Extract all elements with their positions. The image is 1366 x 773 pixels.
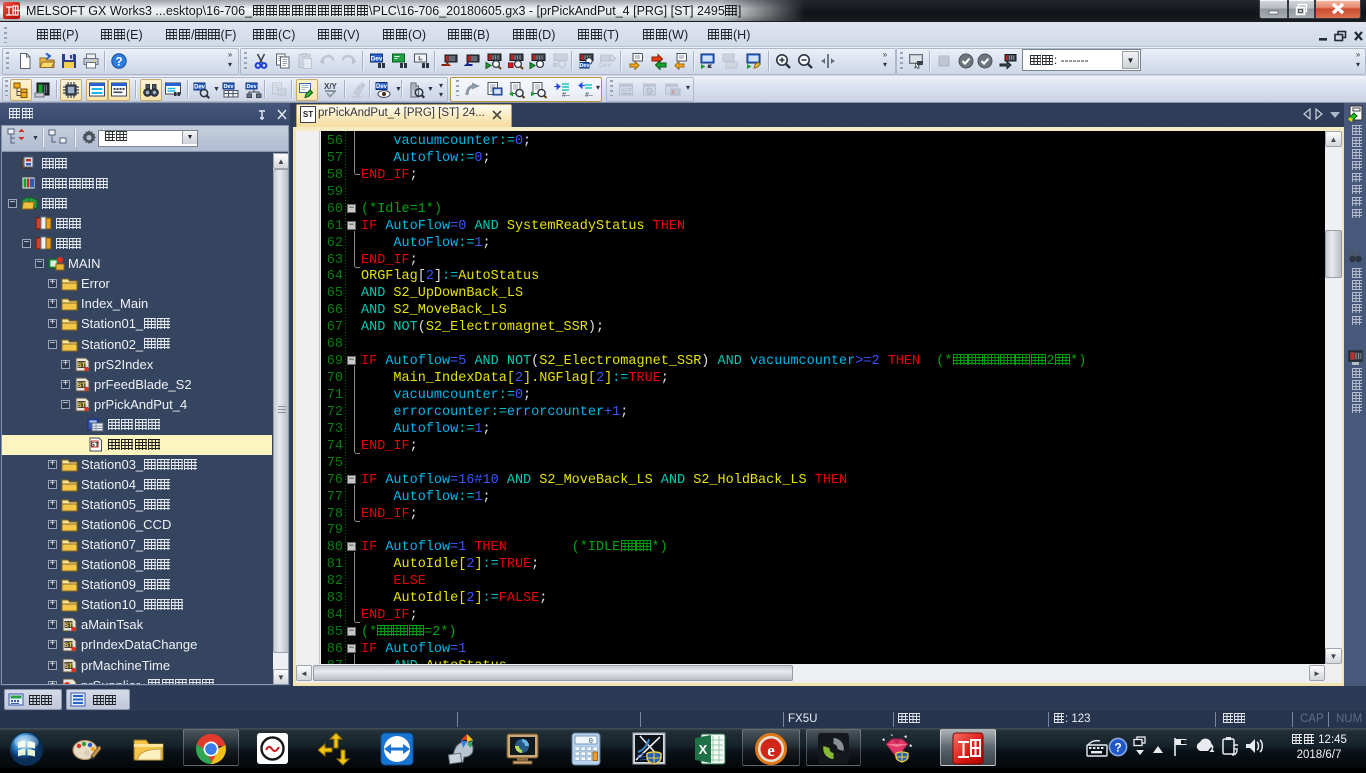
- svg-text:Dev: Dev: [371, 55, 383, 62]
- svg-text:#–: #–: [562, 92, 570, 99]
- svg-text:Dev: Dev: [599, 62, 611, 69]
- svg-text:ST: ST: [77, 362, 85, 369]
- svg-text:I₀: I₀: [418, 56, 423, 62]
- svg-text:e: e: [767, 741, 775, 760]
- svg-text:ST: ST: [77, 382, 85, 389]
- svg-text:ST: ST: [64, 622, 72, 629]
- svg-text:Dev: Dev: [246, 84, 257, 90]
- svg-text:X/Y: X/Y: [324, 82, 338, 91]
- svg-text:X: X: [699, 742, 708, 757]
- svg-text:ST: ST: [91, 441, 99, 448]
- svg-text:ST: ST: [64, 663, 72, 670]
- svg-text:Dev: Dev: [376, 84, 388, 90]
- svg-text:0: 0: [589, 738, 593, 746]
- svg-text:Dev: Dev: [223, 84, 234, 90]
- svg-text:#–: #–: [585, 92, 593, 99]
- svg-text:ST: ST: [64, 642, 72, 649]
- svg-text:?: ?: [115, 56, 122, 68]
- svg-text:?: ?: [1114, 741, 1121, 755]
- svg-text:Dev: Dev: [579, 63, 590, 69]
- svg-text:ST: ST: [77, 402, 85, 409]
